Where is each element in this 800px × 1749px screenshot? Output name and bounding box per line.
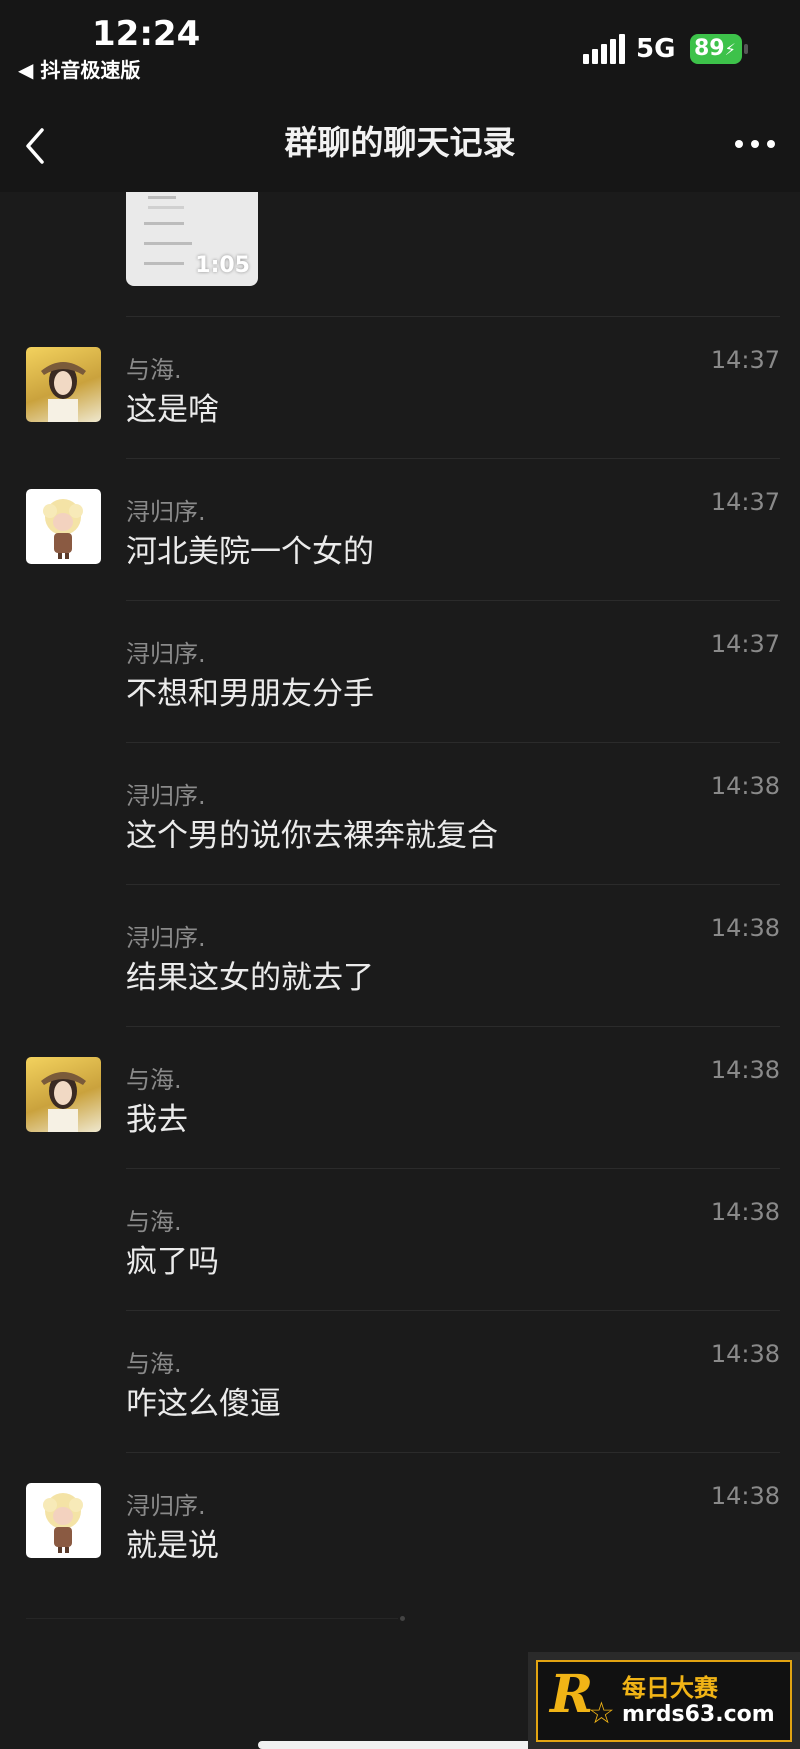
message-time: 14:38 bbox=[710, 1482, 780, 1510]
network-type: 5G bbox=[636, 34, 676, 64]
scroll-dot bbox=[400, 1616, 405, 1621]
message-time: 14:38 bbox=[710, 1056, 780, 1084]
back-to-app-link[interactable]: ◀ 抖音极速版 bbox=[18, 54, 140, 83]
message-item[interactable]: 浔归序. 14:38 结果这女的就去了 bbox=[0, 884, 800, 1026]
status-bar: 12:24 ◀ 抖音极速版 5G 89⚡ bbox=[0, 0, 800, 88]
message-text: 不想和男朋友分手 bbox=[126, 676, 374, 712]
message-text: 疯了吗 bbox=[126, 1244, 219, 1280]
divider bbox=[26, 1618, 398, 1619]
battery-level: 89 bbox=[694, 36, 725, 61]
sender-name: 与海. bbox=[126, 1066, 182, 1094]
video-duration: 1:05 bbox=[195, 253, 250, 278]
sender-name: 浔归序. bbox=[126, 498, 206, 526]
message-item[interactable]: 浔归序. 14:37 不想和男朋友分手 bbox=[0, 600, 800, 742]
watermark-logo: R ☆ 每日大赛 mrds63.com bbox=[536, 1660, 792, 1742]
divider bbox=[126, 742, 780, 743]
message-item[interactable]: 与海. 14:38 我去 bbox=[0, 1026, 800, 1168]
sender-name: 与海. bbox=[126, 1208, 182, 1236]
logo-letter: R bbox=[550, 1664, 594, 1725]
message-text: 河北美院一个女的 bbox=[126, 534, 374, 570]
message-time: 14:37 bbox=[710, 630, 780, 658]
message-text: 结果这女的就去了 bbox=[126, 960, 374, 996]
message-time: 14:38 bbox=[710, 1340, 780, 1368]
divider bbox=[126, 1026, 780, 1027]
video-thumbnail[interactable]: 1:05 bbox=[126, 192, 258, 286]
message-time: 14:38 bbox=[710, 914, 780, 942]
message-text: 就是说 bbox=[126, 1528, 219, 1564]
divider bbox=[126, 1168, 780, 1169]
watermark: R ☆ 每日大赛 mrds63.com bbox=[528, 1652, 800, 1749]
message-item[interactable]: 浔归序. 14:38 就是说 bbox=[0, 1452, 800, 1594]
message-item[interactable]: 与海. 14:37 这是啥 bbox=[0, 316, 800, 458]
sender-name: 浔归序. bbox=[126, 1492, 206, 1520]
message-item[interactable]: 与海. 14:38 咋这么傻逼 bbox=[0, 1310, 800, 1452]
message-time: 14:37 bbox=[710, 346, 780, 374]
sender-name: 与海. bbox=[126, 356, 182, 384]
divider bbox=[126, 1452, 780, 1453]
watermark-name: 每日大赛 bbox=[622, 1674, 718, 1702]
star-icon: ☆ bbox=[588, 1696, 615, 1731]
message-item[interactable]: 浔归序. 14:38 这个男的说你去裸奔就复合 bbox=[0, 742, 800, 884]
message-text: 这是啥 bbox=[126, 392, 219, 428]
divider bbox=[126, 1310, 780, 1311]
avatar[interactable] bbox=[26, 1057, 101, 1132]
divider bbox=[126, 458, 780, 459]
divider bbox=[126, 316, 780, 317]
sender-name: 浔归序. bbox=[126, 924, 206, 952]
message-text: 我去 bbox=[126, 1102, 188, 1138]
message-time: 14:38 bbox=[710, 1198, 780, 1226]
message-item[interactable]: 浔归序. 14:37 河北美院一个女的 bbox=[0, 458, 800, 600]
sender-name: 与海. bbox=[126, 1350, 182, 1378]
message-text: 咋这么傻逼 bbox=[126, 1386, 281, 1422]
avatar[interactable] bbox=[26, 347, 101, 422]
status-time: 12:24 bbox=[92, 14, 201, 54]
watermark-url: mrds63.com bbox=[622, 1702, 775, 1727]
avatar[interactable] bbox=[26, 1483, 101, 1558]
divider bbox=[126, 884, 780, 885]
nav-bar: 群聊的聊天记录 bbox=[0, 88, 800, 192]
message-time: 14:38 bbox=[710, 772, 780, 800]
signal-icon bbox=[583, 34, 625, 64]
message-text: 这个男的说你去裸奔就复合 bbox=[126, 818, 498, 854]
home-indicator[interactable] bbox=[258, 1741, 544, 1749]
sender-name: 浔归序. bbox=[126, 640, 206, 668]
divider bbox=[126, 600, 780, 601]
page-title: 群聊的聊天记录 bbox=[284, 123, 516, 162]
charging-bolt-icon: ⚡ bbox=[724, 40, 736, 59]
battery-icon: 89⚡ bbox=[690, 34, 748, 64]
more-icon[interactable] bbox=[735, 140, 779, 148]
sender-name: 浔归序. bbox=[126, 782, 206, 810]
message-item[interactable]: 与海. 14:38 疯了吗 bbox=[0, 1168, 800, 1310]
message-time: 14:37 bbox=[710, 488, 780, 516]
avatar[interactable] bbox=[26, 489, 101, 564]
